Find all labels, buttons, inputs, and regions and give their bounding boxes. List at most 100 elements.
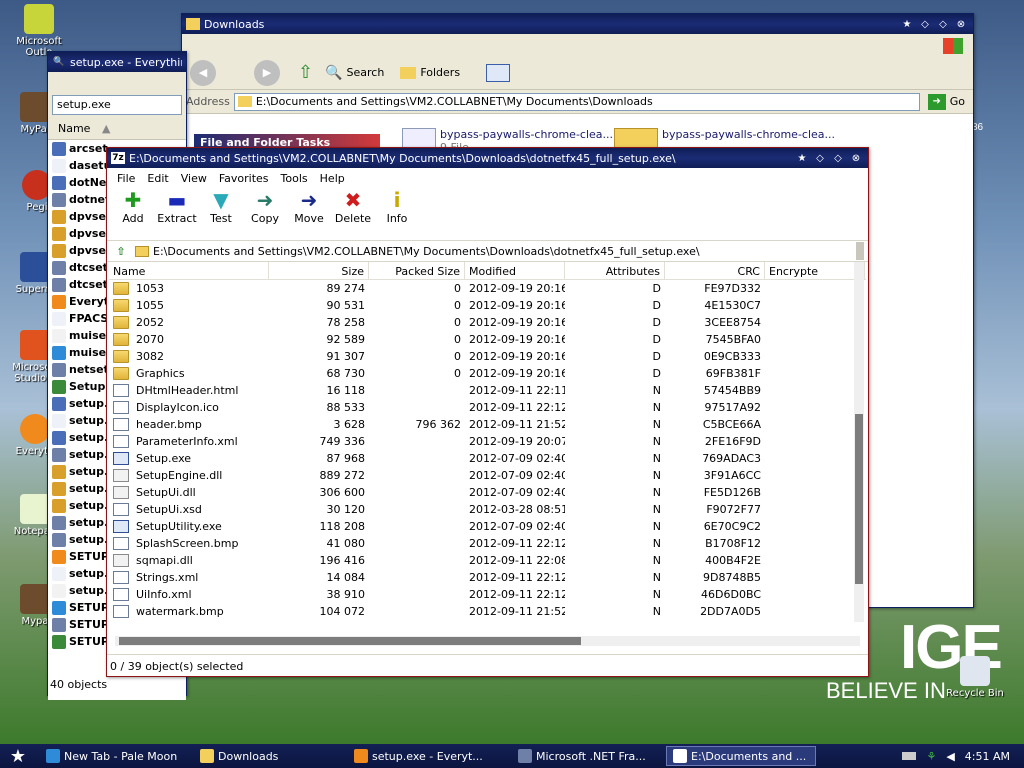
file-row[interactable]: SetupUtility.exe 118 208 2012-07-09 02:40 N… <box>109 518 866 535</box>
menu-file[interactable]: File <box>111 172 141 185</box>
file-row[interactable]: DisplayIcon.ico 88 533 2012-09-11 22:12 N 97… <box>109 399 866 416</box>
file-row[interactable]: 1055 90 531 0 2012-09-19 20:16 D 4E1530C7 <box>109 297 866 314</box>
back-button[interactable]: ◀ <box>190 59 216 86</box>
column-attributes[interactable]: Attributes <box>565 262 665 280</box>
file-row[interactable]: SetupUi.dll 306 600 2012-07-09 02:40 N FE5D1… <box>109 484 866 501</box>
menu-edit[interactable]: Edit <box>141 172 174 185</box>
folders-button[interactable]: Folders <box>396 66 464 79</box>
scrollbar-thumb[interactable] <box>119 637 581 645</box>
desktop-icon-recycle-bin[interactable]: Recycle Bin <box>940 656 1010 699</box>
file-icon <box>52 566 66 581</box>
close-button[interactable]: ⊗ <box>953 17 969 31</box>
column-size[interactable]: Size <box>269 262 369 280</box>
file-row[interactable]: 2052 78 258 0 2012-09-19 20:16 D 3CEE8754 <box>109 314 866 331</box>
file-row[interactable]: 3082 91 307 0 2012-09-19 20:16 D 0E9CB333 <box>109 348 866 365</box>
taskbar-button[interactable]: Downloads <box>194 746 344 766</box>
path-dropdown-button[interactable] <box>856 242 864 260</box>
vertical-scrollbar[interactable] <box>854 262 864 622</box>
forward-button[interactable]: ▶ <box>254 59 280 86</box>
taskbar-button[interactable]: setup.exe - Everyt... <box>348 746 508 766</box>
tool-delete-button[interactable]: ✖ Delete <box>333 188 373 225</box>
address-field[interactable]: E:\Documents and Settings\VM2.COLLABNET\… <box>233 92 920 111</box>
tool-move-button[interactable]: ➜ Move <box>289 188 329 225</box>
result-name: setup. <box>69 448 109 461</box>
file-row[interactable]: watermark.bmp 104 072 2012-09-11 21:52 N 2DD… <box>109 603 866 620</box>
taskbar-button[interactable]: New Tab - Pale Moon <box>40 746 190 766</box>
file-row[interactable]: UiInfo.xml 38 910 2012-09-11 22:12 N 46D6D0B… <box>109 586 866 603</box>
volume-icon[interactable]: ◀ <box>946 750 954 763</box>
file-row[interactable]: header.bmp 3 628 796 362 2012-09-11 21:52 N C… <box>109 416 866 433</box>
file-list: Name Size Packed Size Modified Attribute… <box>109 262 866 630</box>
file-attributes: N <box>652 605 661 618</box>
up-folder-icon[interactable]: ⇧ <box>298 62 313 83</box>
file-row[interactable]: SplashScreen.bmp 41 080 2012-09-11 22:12 N B… <box>109 535 866 552</box>
star-icon[interactable]: ★ <box>899 17 915 31</box>
file-row[interactable]: 2070 92 589 0 2012-09-19 20:16 D 7545BFA0 <box>109 331 866 348</box>
scrollbar-thumb[interactable] <box>855 414 863 584</box>
menu-favorites[interactable]: Favorites <box>213 172 275 185</box>
up-folder-button[interactable]: ⇧ <box>111 242 131 260</box>
file-row[interactable]: 1053 89 274 0 2012-09-19 20:16 D FE97D332 <box>109 280 866 297</box>
clock[interactable]: 4:51 AM <box>965 750 1010 763</box>
file-row[interactable]: DHtmlHeader.html 16 118 2012-09-11 22:11 N 5… <box>109 382 866 399</box>
file-crc: 3CEE8754 <box>704 316 761 329</box>
column-name[interactable]: Name <box>109 262 269 280</box>
mypa-icon <box>20 584 50 614</box>
taskbar-button[interactable]: E:\Documents and ... <box>666 746 816 766</box>
views-button[interactable] <box>486 63 511 82</box>
file-attributes: N <box>652 486 661 499</box>
start-button[interactable]: ★ <box>0 744 36 768</box>
tool-info-button[interactable]: i Info <box>377 188 417 225</box>
file-row[interactable]: sqmapi.dll 196 416 2012-09-11 22:08 N 400B4F… <box>109 552 866 569</box>
maximize-button[interactable]: ◇ <box>935 17 951 31</box>
file-modified: 2012-09-11 22:12 <box>469 571 565 584</box>
search-button[interactable]: 🔍 Search <box>321 65 388 81</box>
file-name: header.bmp <box>136 418 202 431</box>
file-row[interactable]: SetupEngine.dll 889 272 2012-07-09 02:40 N 3… <box>109 467 866 484</box>
file-name-cell: Setup.exe <box>109 452 269 465</box>
column-modified[interactable]: Modified <box>465 262 565 280</box>
keyboard-icon[interactable] <box>902 752 917 760</box>
go-button[interactable]: ➜ Go <box>924 93 969 110</box>
sevenzip-titlebar[interactable]: 7z E:\Documents and Settings\VM2.COLLABN… <box>107 148 868 168</box>
file-modified: 2012-09-11 22:12 <box>469 537 565 550</box>
desktop-icon-outlook[interactable]: Microsoft Outlo <box>4 4 74 58</box>
network-icon[interactable]: ⚘ <box>926 750 936 763</box>
everything-titlebar[interactable]: 🔍 setup.exe - Everything <box>48 52 186 72</box>
desktop-icon-label: Pegi <box>26 202 48 213</box>
menu-help[interactable]: Help <box>314 172 351 185</box>
window-title: setup.exe - Everything <box>70 55 182 69</box>
minimize-button[interactable]: ◇ <box>812 151 828 165</box>
star-icon[interactable]: ★ <box>794 151 810 165</box>
close-button[interactable]: ⊗ <box>848 151 864 165</box>
tool-test-button[interactable]: ▼ Test <box>201 188 241 225</box>
horizontal-scrollbar[interactable] <box>115 636 860 646</box>
taskbar: ★ New Tab - Pale Moon Downloads setup.exe … <box>0 744 1024 768</box>
file-row[interactable]: Strings.xml 14 084 2012-09-11 22:12 N 9D8748… <box>109 569 866 586</box>
taskbar-button[interactable]: Microsoft .NET Fra... <box>512 746 662 766</box>
column-packed-size[interactable]: Packed Size <box>369 262 465 280</box>
path-field[interactable]: E:\Documents and Settings\VM2.COLLABNET\… <box>135 242 852 260</box>
tool-copy-button[interactable]: ➜ Copy <box>245 188 285 225</box>
file-size: 88 533 <box>326 401 366 414</box>
maximize-button[interactable]: ◇ <box>830 151 846 165</box>
column-crc[interactable]: CRC <box>665 262 765 280</box>
file-row[interactable]: ParameterInfo.xml 749 336 2012-09-19 20:07… <box>109 433 866 450</box>
sevenzip-menubar: File Edit View Favorites Tools Help <box>107 168 868 188</box>
file-name-cell: 2070 <box>109 333 269 346</box>
sevenzip-window[interactable]: 7z E:\Documents and Settings\VM2.COLLABN… <box>106 147 869 677</box>
file-row[interactable]: Setup.exe 87 968 2012-07-09 02:40 N 769ADAC3 <box>109 450 866 467</box>
everything-search-input[interactable]: setup.exe <box>52 95 182 115</box>
tool-add-button[interactable]: ✚ Add <box>113 188 153 225</box>
column-encrypted[interactable]: Encrypte <box>765 262 865 280</box>
tool-extract-button[interactable]: ▬ Extract <box>157 188 197 225</box>
minimize-button[interactable]: ◇ <box>917 17 933 31</box>
file-attributes: D <box>652 282 661 295</box>
file-row[interactable]: Graphics 68 730 0 2012-09-19 20:16 D 69FB381F <box>109 365 866 382</box>
file-icon <box>52 294 66 309</box>
menu-tools[interactable]: Tools <box>275 172 314 185</box>
column-header-name[interactable]: Name ▲ <box>48 118 186 140</box>
menu-view[interactable]: View <box>175 172 213 185</box>
downloads-titlebar[interactable]: Downloads ★ ◇ ◇ ⊗ <box>182 14 973 34</box>
file-row[interactable]: SetupUi.xsd 30 120 2012-03-28 08:51 N F9072F… <box>109 501 866 518</box>
